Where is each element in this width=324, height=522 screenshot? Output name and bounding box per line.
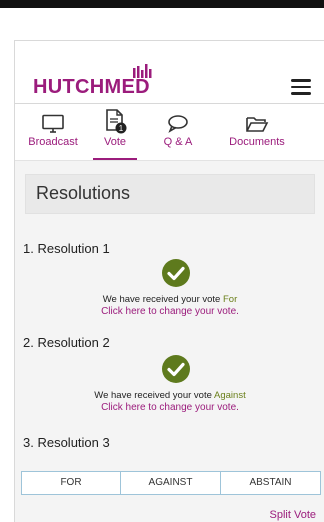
change-vote-link[interactable]: Click here to change your vote. bbox=[15, 306, 324, 317]
for-button[interactable]: FOR bbox=[21, 471, 121, 495]
vote-value: For bbox=[222, 294, 238, 305]
tab-documents-label: Documents bbox=[229, 136, 285, 148]
tab-bar: Broadcast 1 Vote Q & A Documents bbox=[15, 104, 324, 161]
received-text: We have received your vote bbox=[102, 294, 221, 305]
app-frame: HUTCHMED Broadcast 1 Vote Q & A Document… bbox=[14, 40, 324, 522]
logo-bars-icon bbox=[133, 64, 152, 78]
panel-title-box: Resolutions bbox=[25, 174, 315, 214]
hamburger-menu-icon[interactable] bbox=[291, 79, 311, 95]
document-icon: 1 bbox=[106, 109, 127, 134]
tab-documents[interactable]: Documents bbox=[221, 104, 293, 156]
resolution-3-title: 3. Resolution 3 bbox=[23, 435, 110, 450]
speech-bubble-icon bbox=[168, 115, 188, 133]
abstain-button[interactable]: ABSTAIN bbox=[220, 471, 321, 495]
tab-qa-label: Q & A bbox=[163, 136, 193, 148]
resolution-1-received: We have received your vote For bbox=[15, 294, 324, 305]
panel-title: Resolutions bbox=[36, 183, 131, 203]
change-vote-link[interactable]: Click here to change your vote. bbox=[15, 402, 324, 413]
tab-broadcast-label: Broadcast bbox=[28, 136, 78, 148]
header: HUTCHMED bbox=[15, 41, 324, 104]
resolution-2-received: We have received your vote Against bbox=[15, 390, 324, 401]
vote-badge: 1 bbox=[119, 124, 124, 133]
check-icon bbox=[162, 259, 190, 287]
resolution-2-title: 2. Resolution 2 bbox=[23, 335, 110, 350]
top-bar bbox=[0, 0, 324, 8]
resolutions-panel: Resolutions 1. Resolution 1 We have rece… bbox=[15, 161, 324, 522]
resolution-1-title: 1. Resolution 1 bbox=[23, 241, 110, 256]
received-text: We have received your vote bbox=[94, 390, 212, 401]
tab-qa[interactable]: Q & A bbox=[153, 104, 203, 156]
tab-vote[interactable]: 1 Vote bbox=[93, 104, 137, 160]
logo-text: HUTCHMED bbox=[33, 76, 150, 98]
vote-value: Against bbox=[214, 390, 246, 401]
check-icon bbox=[162, 355, 190, 383]
tab-broadcast[interactable]: Broadcast bbox=[23, 104, 83, 156]
tab-vote-label: Vote bbox=[103, 136, 127, 148]
against-button[interactable]: AGAINST bbox=[120, 471, 221, 495]
split-vote-link[interactable]: Split Vote bbox=[270, 509, 316, 521]
vote-options: FOR AGAINST ABSTAIN bbox=[21, 471, 321, 495]
folder-icon bbox=[246, 117, 269, 132]
monitor-icon bbox=[42, 114, 64, 133]
